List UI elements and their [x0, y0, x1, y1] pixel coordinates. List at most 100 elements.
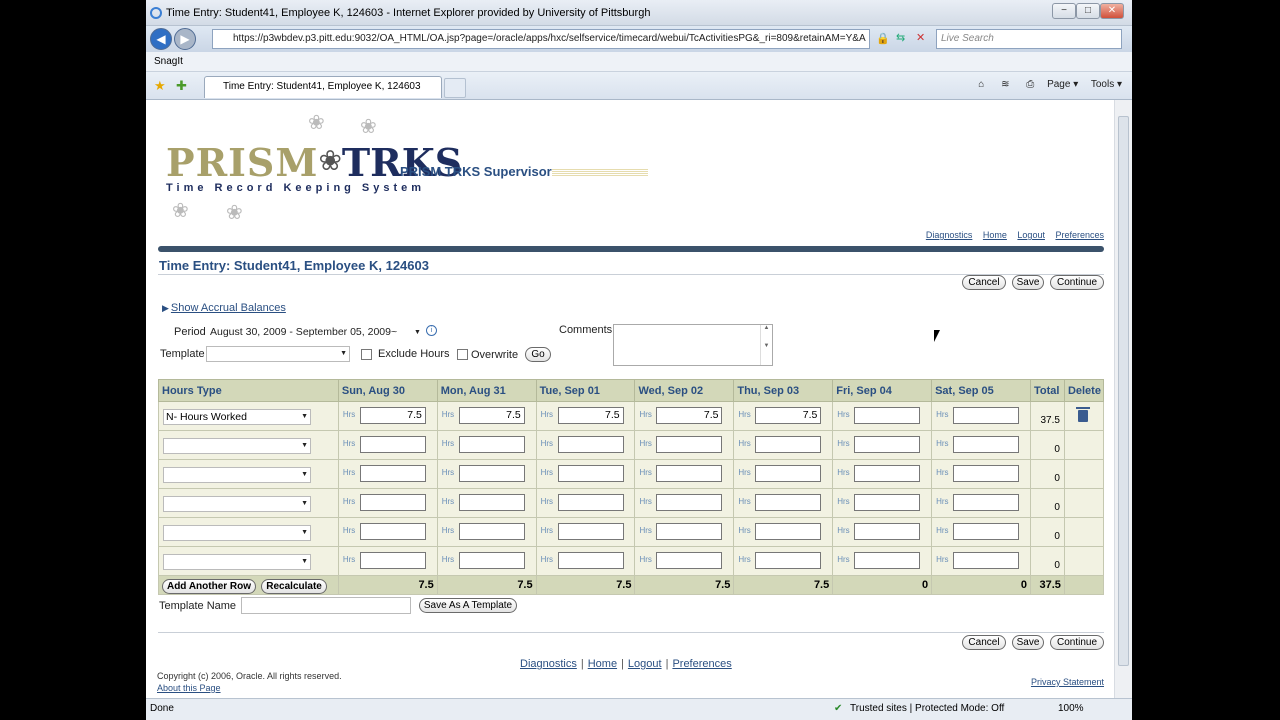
hours-input[interactable]: 7.5 — [458, 407, 525, 424]
hours-input[interactable] — [953, 465, 1020, 482]
hours-type-select[interactable]: ▼ — [163, 467, 311, 483]
logout-link[interactable]: Logout — [1017, 230, 1045, 240]
hours-input[interactable] — [854, 523, 921, 540]
hours-type-select[interactable]: ▼ — [163, 438, 311, 454]
hours-input[interactable] — [755, 465, 822, 482]
recalculate-button[interactable]: Recalculate — [261, 578, 328, 594]
hours-input[interactable] — [458, 494, 525, 511]
hours-input[interactable] — [854, 552, 921, 569]
hours-input[interactable] — [557, 494, 624, 511]
hours-input[interactable] — [953, 552, 1020, 569]
hours-input[interactable] — [656, 465, 723, 482]
hours-input[interactable] — [656, 552, 723, 569]
hours-input[interactable] — [557, 436, 624, 453]
tools-menu[interactable]: Tools ▾ — [1091, 79, 1122, 90]
comments-textarea[interactable]: ▲ ▼ — [613, 324, 773, 366]
back-icon[interactable]: ◀ — [150, 28, 172, 50]
page-menu[interactable]: Page ▾ — [1047, 79, 1078, 90]
hours-type-select[interactable]: N- Hours Worked ▼ — [163, 409, 311, 425]
close-window-button[interactable]: ✕ — [1100, 3, 1124, 19]
comments-scrollbar[interactable]: ▲ ▼ — [760, 325, 772, 365]
hours-input[interactable] — [755, 523, 822, 540]
hours-input[interactable] — [854, 465, 921, 482]
hours-type-select[interactable]: ▼ — [163, 554, 311, 570]
snagit-button[interactable]: SnagIt — [154, 56, 183, 67]
feeds-icon[interactable]: ≋ — [1001, 79, 1009, 90]
refresh-icon[interactable]: ⇆ — [896, 31, 905, 44]
favorites-star-icon[interactable]: ★ — [154, 78, 166, 94]
maximize-button[interactable]: □ — [1076, 3, 1100, 19]
home-icon[interactable]: ⌂ — [978, 79, 984, 90]
new-tab-button[interactable] — [444, 78, 466, 98]
about-page-link[interactable]: About this Page — [157, 683, 221, 693]
hours-input[interactable] — [359, 465, 426, 482]
cancel-button-bottom[interactable]: Cancel — [962, 635, 1006, 650]
logout-link-footer[interactable]: Logout — [628, 658, 662, 670]
hours-input[interactable] — [359, 436, 426, 453]
hours-input[interactable] — [953, 436, 1020, 453]
hours-input[interactable] — [953, 494, 1020, 511]
info-icon[interactable]: i — [426, 325, 437, 336]
period-select[interactable]: August 30, 2009 - September 05, 2009~ — [210, 326, 397, 338]
hours-input[interactable]: 7.5 — [359, 407, 426, 424]
continue-button-bottom[interactable]: Continue — [1050, 635, 1104, 650]
hours-input[interactable] — [458, 465, 525, 482]
hours-input[interactable] — [656, 523, 723, 540]
privacy-statement-link[interactable]: Privacy Statement — [1031, 677, 1104, 687]
continue-button[interactable]: Continue — [1050, 275, 1104, 290]
hours-input[interactable] — [755, 494, 822, 511]
print-icon[interactable]: ⎙ — [1026, 79, 1034, 90]
hours-type-select[interactable]: ▼ — [163, 525, 311, 541]
search-input[interactable]: Live Search — [936, 29, 1122, 49]
exclude-hours-checkbox[interactable] — [361, 349, 372, 360]
save-button-bottom[interactable]: Save — [1012, 635, 1044, 650]
home-link-footer[interactable]: Home — [588, 658, 617, 670]
hours-input[interactable] — [458, 436, 525, 453]
save-button[interactable]: Save — [1012, 275, 1044, 290]
hours-input[interactable] — [854, 494, 921, 511]
hours-input[interactable] — [854, 436, 921, 453]
hours-input[interactable] — [656, 436, 723, 453]
hours-input[interactable] — [557, 523, 624, 540]
overwrite-checkbox[interactable] — [457, 349, 468, 360]
template-select[interactable]: ▼ — [206, 346, 350, 362]
hours-input[interactable]: 7.5 — [755, 407, 822, 424]
hours-type-select[interactable]: ▼ — [163, 496, 311, 512]
hours-input[interactable] — [755, 552, 822, 569]
hours-input[interactable] — [557, 465, 624, 482]
hours-input[interactable] — [953, 407, 1020, 424]
vertical-scrollbar[interactable] — [1114, 100, 1132, 698]
show-accrual-balances-link[interactable]: ▶ Show Accrual Balances — [162, 302, 286, 314]
preferences-link[interactable]: Preferences — [1055, 230, 1104, 240]
template-name-input[interactable] — [241, 597, 411, 614]
delete-row-icon[interactable] — [1075, 407, 1090, 422]
minimize-button[interactable]: − — [1052, 3, 1076, 19]
go-button[interactable]: Go — [525, 347, 551, 362]
add-favorites-icon[interactable]: ✚ — [176, 78, 187, 94]
save-as-template-button[interactable]: Save As A Template — [419, 598, 517, 613]
diagnostics-link-footer[interactable]: Diagnostics — [520, 658, 577, 670]
hours-input[interactable] — [458, 523, 525, 540]
hours-input[interactable]: 7.5 — [557, 407, 624, 424]
hours-input[interactable] — [359, 552, 426, 569]
hours-input[interactable] — [458, 552, 525, 569]
hours-input[interactable] — [755, 436, 822, 453]
add-another-row-button[interactable]: Add Another Row — [162, 578, 256, 594]
zoom-level[interactable]: 100% — [1058, 699, 1084, 719]
hours-input[interactable] — [359, 494, 426, 511]
hours-input[interactable] — [359, 523, 426, 540]
url-field[interactable]: https://p3wbdev.p3.pitt.edu:9032/OA_HTML… — [212, 29, 870, 49]
lock-icon[interactable]: 🔒 — [876, 32, 890, 45]
security-zone[interactable]: Trusted sites | Protected Mode: Off — [850, 699, 1004, 719]
diagnostics-link[interactable]: Diagnostics — [926, 230, 973, 240]
hours-input[interactable] — [557, 552, 624, 569]
forward-icon[interactable]: ▶ — [174, 28, 196, 50]
hours-input[interactable]: 7.5 — [656, 407, 723, 424]
tab-time-entry[interactable]: Time Entry: Student41, Employee K, 12460… — [204, 76, 442, 98]
stop-icon[interactable]: ✕ — [916, 31, 925, 44]
hours-input[interactable] — [854, 407, 921, 424]
hours-input[interactable] — [656, 494, 723, 511]
scroll-thumb[interactable] — [1118, 116, 1129, 666]
cancel-button[interactable]: Cancel — [962, 275, 1006, 290]
home-link[interactable]: Home — [983, 230, 1007, 240]
